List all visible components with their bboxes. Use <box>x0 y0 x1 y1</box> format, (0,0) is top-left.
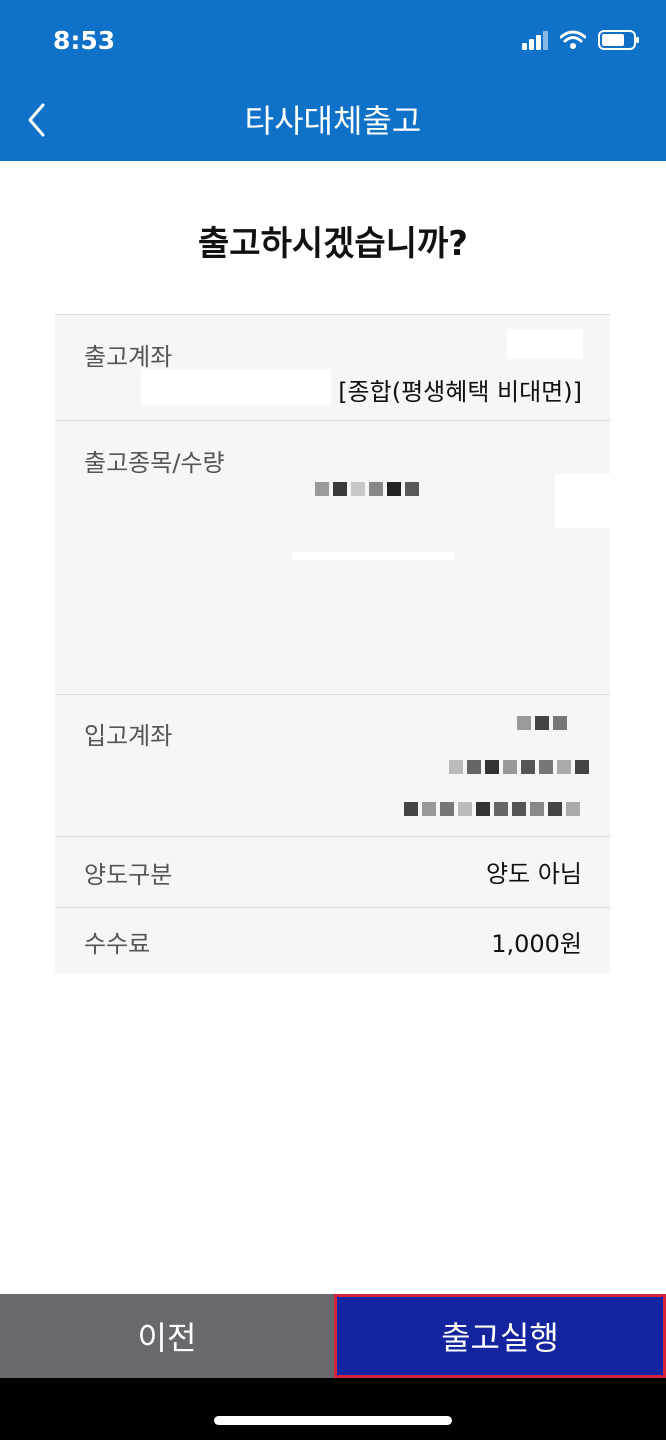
redacted-account-number <box>141 369 331 405</box>
home-indicator-area <box>0 1378 666 1440</box>
transfer-type-row: 양도구분 양도 아님 <box>55 836 610 908</box>
outgoing-account-label: 출고계좌 <box>84 343 173 371</box>
confirm-question: 출고하시겠습니까? <box>198 224 468 264</box>
redacted-item-name <box>315 482 419 496</box>
transfer-type-label: 양도구분 <box>84 861 173 889</box>
outgoing-account-row: 출고계좌 [종합(평생혜택 비대면)] <box>55 315 610 421</box>
fee-row: 수수료 1,000원 <box>55 907 610 973</box>
account-type-value: [종합(평생혜택 비대면)] <box>338 378 582 406</box>
bottom-action-bar: 이전 출고실행 <box>0 1294 666 1378</box>
outgoing-item-label: 출고종목/수량 <box>84 449 225 477</box>
transfer-type-value: 양도 아님 <box>486 860 582 888</box>
redacted-incoming-2 <box>449 760 589 774</box>
redacted-incoming-1 <box>517 716 567 730</box>
cellular-signal-icon <box>522 31 548 50</box>
page-title: 타사대체출고 <box>244 102 422 140</box>
app-header: 8:53 타사대체출고 <box>0 0 666 161</box>
redacted-incoming-3 <box>404 802 580 816</box>
fee-value: 1,000원 <box>491 930 582 958</box>
battery-icon <box>598 30 639 50</box>
prev-button[interactable]: 이전 <box>0 1294 334 1378</box>
redacted-item-line <box>292 552 454 560</box>
fee-label: 수수료 <box>84 930 151 958</box>
home-indicator[interactable] <box>214 1416 452 1425</box>
incoming-account-label: 입고계좌 <box>84 722 173 750</box>
transfer-summary-card: 출고계좌 [종합(평생혜택 비대면)] 출고종목/수량 입고계좌 양도구분 양도… <box>55 314 610 973</box>
outgoing-item-row: 출고종목/수량 <box>55 420 610 695</box>
execute-withdrawal-button[interactable]: 출고실행 <box>334 1294 666 1378</box>
wifi-icon <box>560 30 586 49</box>
redacted-value <box>507 329 583 359</box>
redacted-quantity <box>555 474 610 528</box>
status-time: 8:53 <box>53 26 116 55</box>
incoming-account-row: 입고계좌 <box>55 694 610 837</box>
